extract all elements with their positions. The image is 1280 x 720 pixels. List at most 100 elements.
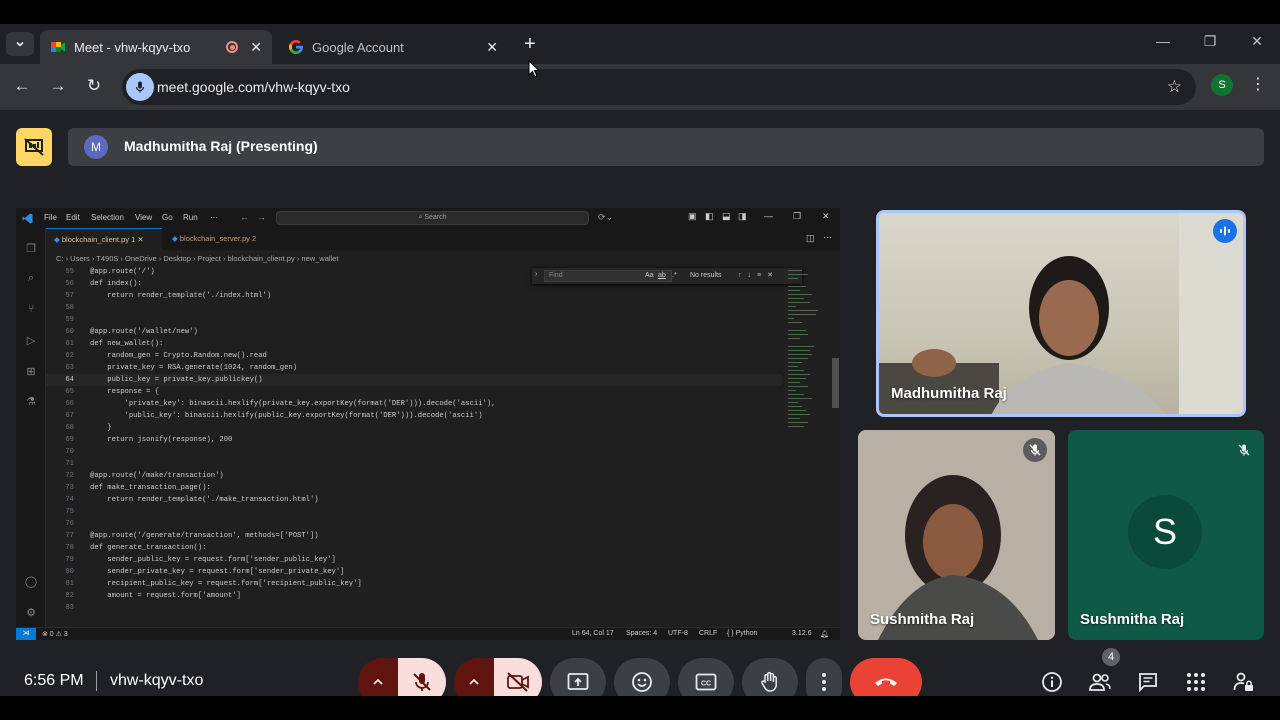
source-control-icon[interactable]: ⑂ bbox=[24, 303, 38, 317]
address-bar[interactable]: meet.google.com/vhw-kqyv-txo ☆ bbox=[122, 69, 1196, 105]
code-line[interactable]: 83 bbox=[46, 602, 782, 614]
raise-hand-button[interactable] bbox=[742, 658, 798, 696]
menu-selection[interactable]: Selection bbox=[91, 213, 124, 222]
whole-word-toggle[interactable]: ab bbox=[658, 272, 666, 279]
code-line[interactable]: 79 sender_public_key = request.form['sen… bbox=[46, 554, 782, 566]
people-button[interactable] bbox=[1088, 670, 1112, 694]
close-tab-icon[interactable]: ✕ bbox=[250, 39, 262, 56]
run-debug-icon[interactable]: ▷ bbox=[24, 334, 38, 348]
menu-edit[interactable]: Edit bbox=[66, 213, 80, 222]
code-line[interactable]: 80 sender_private_key = request.form['se… bbox=[46, 566, 782, 578]
code-line[interactable]: 82 amount = request.form['amount'] bbox=[46, 590, 782, 602]
toggle-sidebar-icon[interactable]: ◧ bbox=[705, 211, 714, 222]
nav-forward-icon[interactable]: → bbox=[257, 212, 266, 222]
presentation-icon[interactable] bbox=[16, 128, 52, 166]
code-line[interactable]: 81 recipient_public_key = request.form['… bbox=[46, 578, 782, 590]
settings-gear-icon[interactable]: ⚙ bbox=[24, 606, 38, 620]
cursor-position[interactable]: Ln 64, Col 17 bbox=[572, 630, 614, 637]
code-line[interactable]: 75 bbox=[46, 506, 782, 518]
encoding-status[interactable]: UTF-8 bbox=[668, 630, 688, 637]
code-line[interactable]: 72 @app.route('/make/transaction') bbox=[46, 470, 782, 482]
problems-status[interactable]: ⊗ 0 ⚠ 3 bbox=[42, 630, 68, 638]
code-line[interactable]: 70 bbox=[46, 446, 782, 458]
close-icon[interactable]: ✕ bbox=[137, 235, 143, 244]
toggle-secondary-sidebar-icon[interactable]: ◨ bbox=[738, 211, 747, 222]
vscode-minimize-button[interactable]: — bbox=[764, 211, 773, 221]
host-controls-button[interactable] bbox=[1232, 670, 1256, 694]
menu-view[interactable]: View bbox=[135, 213, 152, 222]
bookmark-star-icon[interactable]: ☆ bbox=[1167, 77, 1182, 97]
menu-go[interactable]: Go bbox=[162, 213, 173, 222]
regex-toggle[interactable]: .* bbox=[672, 272, 677, 279]
code-line[interactable]: 78 def generate_transaction(): bbox=[46, 542, 782, 554]
menu-file[interactable]: File bbox=[44, 213, 57, 222]
vscode-close-button[interactable]: ✕ bbox=[822, 211, 830, 222]
tab-search-button[interactable] bbox=[6, 32, 34, 56]
mic-toggle-button[interactable] bbox=[398, 658, 446, 696]
code-line[interactable]: 57 return render_template('./index.html'… bbox=[46, 290, 782, 302]
code-line[interactable]: 60 @app.route('/wallet/new') bbox=[46, 326, 782, 338]
search-icon[interactable]: ⌕ bbox=[24, 272, 38, 286]
find-navigation-icons[interactable]: ↑↓≡✕ bbox=[738, 271, 779, 279]
tab-meet[interactable]: Meet - vhw-kqyv-txo ✕ bbox=[40, 30, 272, 64]
minimize-button[interactable]: — bbox=[1140, 33, 1186, 49]
code-line[interactable]: 62 random_gen = Crypto.Random.new().read bbox=[46, 350, 782, 362]
explorer-icon[interactable]: ❐ bbox=[24, 242, 38, 256]
accounts-icon[interactable]: ◯ bbox=[24, 575, 38, 589]
audio-options-button[interactable] bbox=[358, 658, 398, 696]
split-editor-icon[interactable]: ◫ bbox=[806, 233, 815, 244]
captions-button[interactable]: CC bbox=[678, 658, 734, 696]
code-line[interactable]: 61 def new_wallet(): bbox=[46, 338, 782, 350]
editor-tab-active[interactable]: ◆ blockchain_client.py 1 ✕ bbox=[46, 228, 162, 250]
chat-button[interactable] bbox=[1136, 670, 1160, 694]
remote-icon[interactable]: ⋊ bbox=[16, 628, 36, 640]
participant-tile[interactable]: S Sushmitha Raj bbox=[1068, 430, 1264, 640]
leave-call-button[interactable] bbox=[850, 658, 922, 696]
language-status[interactable]: { } Python bbox=[727, 630, 757, 637]
camera-toggle-button[interactable] bbox=[494, 658, 542, 696]
reload-button[interactable]: ↻ bbox=[82, 76, 106, 96]
meeting-details-button[interactable] bbox=[1040, 670, 1064, 694]
eol-status[interactable]: CRLF bbox=[699, 630, 717, 637]
code-line[interactable]: 76 bbox=[46, 518, 782, 530]
code-line[interactable]: 74 return render_template('./make_transa… bbox=[46, 494, 782, 506]
vscode-restore-button[interactable]: ❐ bbox=[793, 211, 801, 222]
close-tab-icon[interactable]: ✕ bbox=[486, 39, 498, 56]
browser-menu-icon[interactable]: ⋮ bbox=[1250, 74, 1266, 94]
code-line[interactable]: 69 return jsonify(response), 200 bbox=[46, 434, 782, 446]
editor-more-icon[interactable]: ··· bbox=[823, 232, 832, 242]
video-options-button[interactable] bbox=[454, 658, 494, 696]
code-line[interactable]: 65 response = { bbox=[46, 386, 782, 398]
code-line[interactable]: 66 'private_key': binascii.hexlify(priva… bbox=[46, 398, 782, 410]
match-case-toggle[interactable]: Aa bbox=[645, 272, 654, 279]
code-line[interactable]: 67 'public_key': binascii.hexlify(public… bbox=[46, 410, 782, 422]
python-version-status[interactable]: 3.12.6 bbox=[792, 630, 811, 637]
code-line[interactable]: 71 bbox=[46, 458, 782, 470]
menu-more[interactable]: ··· bbox=[210, 213, 218, 222]
code-line[interactable]: 58 bbox=[46, 302, 782, 314]
code-editor[interactable]: 55 @app.route('/') 56 def index(): 57 return… bbox=[46, 266, 802, 628]
nav-back-icon[interactable]: ← bbox=[240, 212, 249, 222]
testing-icon[interactable]: ⚗ bbox=[24, 395, 38, 409]
present-screen-button[interactable] bbox=[550, 658, 606, 696]
code-line[interactable]: 77 @app.route('/generate/transaction', me… bbox=[46, 530, 782, 542]
editor-scrollbar[interactable] bbox=[832, 358, 839, 408]
profile-avatar[interactable]: S bbox=[1211, 74, 1233, 96]
indentation-status[interactable]: Spaces: 4 bbox=[626, 630, 657, 637]
copilot-icon[interactable]: ⟳⌄ bbox=[598, 212, 613, 223]
minimap[interactable] bbox=[784, 266, 828, 628]
new-tab-button[interactable]: + bbox=[520, 33, 540, 56]
command-center-search[interactable]: ⌕ Search bbox=[276, 211, 589, 225]
back-button[interactable]: ← bbox=[10, 76, 34, 96]
code-line[interactable]: 68 } bbox=[46, 422, 782, 434]
menu-run[interactable]: Run bbox=[183, 213, 198, 222]
reactions-button[interactable] bbox=[614, 658, 670, 696]
breadcrumb[interactable]: C: › Users › T490S › OneDrive › Desktop … bbox=[56, 254, 338, 263]
more-options-button[interactable] bbox=[806, 658, 842, 696]
code-line[interactable]: 63 private_key = RSA.generate(1024, rand… bbox=[46, 362, 782, 374]
layout-icon[interactable]: ▣ bbox=[688, 211, 697, 222]
activities-button[interactable] bbox=[1184, 670, 1208, 694]
expand-replace-icon[interactable]: › bbox=[535, 271, 537, 278]
code-line[interactable]: 59 bbox=[46, 314, 782, 326]
restore-button[interactable]: ❐ bbox=[1187, 33, 1233, 50]
